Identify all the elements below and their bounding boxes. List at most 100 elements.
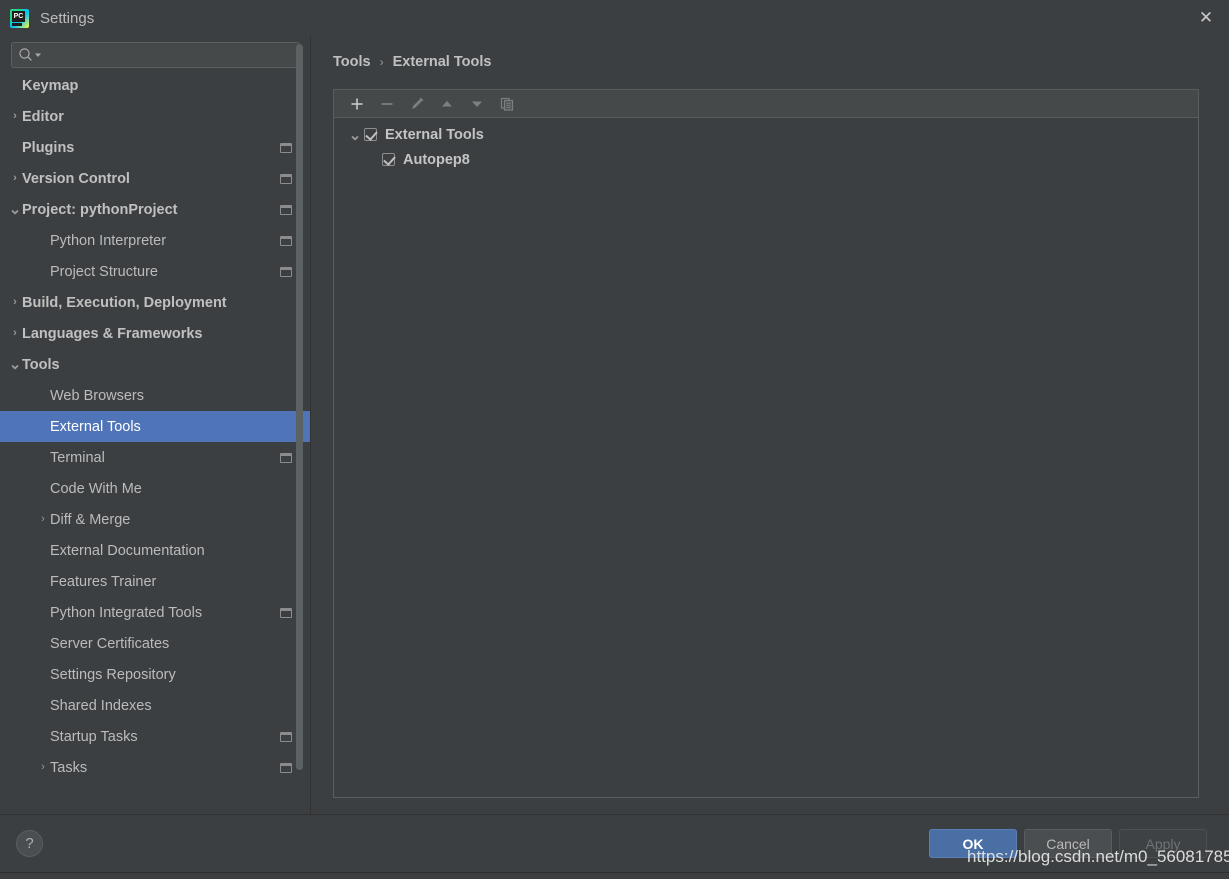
external-tools-tree-row[interactable]: ⌄ External Tools — [334, 122, 1198, 147]
chevron-right-icon[interactable]: › — [36, 514, 50, 525]
breadcrumb: Tools › External Tools — [333, 50, 1199, 74]
edit-button — [402, 91, 432, 117]
sidebar-item-shared-indexes[interactable]: Shared Indexes — [0, 690, 310, 721]
arrow-up-icon — [442, 100, 452, 106]
external-tools-toolbar — [334, 90, 1198, 118]
ok-button[interactable]: OK — [929, 829, 1017, 858]
project-scope-icon — [280, 607, 292, 618]
sidebar-item-external-documentation[interactable]: External Documentation — [0, 535, 310, 566]
external-tools-tree-label: External Tools — [385, 126, 484, 143]
external-tools-tree: ⌄ External Tools Autopep8 — [334, 118, 1198, 797]
sidebar-item-web-browsers[interactable]: Web Browsers — [0, 380, 310, 411]
sidebar-item-project-structure[interactable]: Project Structure — [0, 256, 310, 287]
sidebar-item-label: Diff & Merge — [50, 511, 131, 528]
close-icon[interactable]: ✕ — [1183, 0, 1229, 36]
dialog-body: Keymap › Editor Plugins › Version Control ⌄ Pro… — [0, 36, 1229, 814]
apply-button: Apply — [1119, 829, 1207, 858]
cancel-button[interactable]: Cancel — [1024, 829, 1112, 858]
sidebar-item-label: Web Browsers — [50, 387, 145, 404]
chevron-right-icon[interactable]: › — [8, 328, 22, 339]
sidebar-item-label: External Tools — [50, 418, 141, 435]
external-tools-tree-row[interactable]: Autopep8 — [334, 147, 1198, 172]
sidebar-item-label: Startup Tasks — [50, 728, 138, 745]
sidebar-item-languages-frameworks[interactable]: › Languages & Frameworks — [0, 318, 310, 349]
sidebar-item-code-with-me[interactable]: Code With Me — [0, 473, 310, 504]
sidebar-item-label: Project: pythonProject — [22, 201, 178, 218]
copy-icon — [500, 97, 514, 111]
question-mark-icon[interactable]: ? — [16, 830, 43, 857]
external-tools-tree-label: Autopep8 — [403, 151, 470, 168]
remove-button — [372, 91, 402, 117]
checkbox-icon[interactable] — [382, 153, 395, 166]
sidebar-item-label: Version Control — [22, 170, 130, 187]
sidebar-item-startup-tasks[interactable]: Startup Tasks — [0, 721, 310, 752]
sidebar-item-version-control[interactable]: › Version Control — [0, 163, 310, 194]
project-scope-icon — [280, 266, 292, 277]
sidebar-item-label: Terminal — [50, 449, 105, 466]
sidebar-item-label: Settings Repository — [50, 666, 176, 683]
sidebar-item-python-interpreter[interactable]: Python Interpreter — [0, 225, 310, 256]
chevron-down-icon[interactable]: ⌄ — [8, 357, 22, 372]
move-up-button — [432, 91, 462, 117]
dialog-footer: ? OK Cancel Apply — [0, 814, 1229, 872]
move-down-button — [462, 91, 492, 117]
sidebar-item-label: External Documentation — [50, 542, 205, 559]
sidebar-item-label: Languages & Frameworks — [22, 325, 203, 342]
window-title: Settings — [40, 9, 95, 27]
project-scope-icon — [280, 204, 292, 215]
project-scope-icon — [280, 173, 292, 184]
chevron-down-icon[interactable]: ⌄ — [346, 126, 364, 144]
sidebar-item-label: Shared Indexes — [50, 697, 152, 714]
sidebar-tree-scroll: Keymap › Editor Plugins › Version Control ⌄ Pro… — [0, 76, 310, 814]
chevron-right-icon[interactable]: › — [8, 111, 22, 122]
sidebar-item-keymap[interactable]: Keymap — [0, 76, 310, 101]
breadcrumb-parent[interactable]: Tools — [333, 54, 371, 70]
sidebar-item-build-execution-deployment[interactable]: › Build, Execution, Deployment — [0, 287, 310, 318]
sidebar-item-label: Server Certificates — [50, 635, 170, 652]
sidebar-item-label: Code With Me — [50, 480, 142, 497]
search-box[interactable] — [11, 42, 300, 68]
copy-button — [492, 91, 522, 117]
settings-sidebar: Keymap › Editor Plugins › Version Control ⌄ Pro… — [0, 36, 310, 814]
sidebar-item-features-trainer[interactable]: Features Trainer — [0, 566, 310, 597]
sidebar-item-server-certificates[interactable]: Server Certificates — [0, 628, 310, 659]
sidebar-item-plugins[interactable]: Plugins — [0, 132, 310, 163]
sidebar-item-label: Python Interpreter — [50, 232, 167, 249]
sidebar-item-label: Python Integrated Tools — [50, 604, 203, 621]
project-scope-icon — [280, 235, 292, 246]
sidebar-scrollbar[interactable] — [296, 44, 303, 810]
chevron-right-icon[interactable]: › — [8, 173, 22, 184]
plus-icon — [351, 98, 363, 109]
sidebar-item-external-tools[interactable]: External Tools — [0, 411, 310, 442]
sidebar-item-tasks[interactable]: › Tasks — [0, 752, 310, 783]
scrollbar-thumb[interactable] — [296, 44, 303, 770]
add-button[interactable] — [342, 91, 372, 117]
checkbox-icon[interactable] — [364, 128, 377, 141]
sidebar-item-label: Editor — [22, 108, 64, 125]
sidebar-item-label: Keymap — [22, 77, 79, 94]
sidebar-item-label: Tasks — [50, 759, 88, 776]
project-scope-icon — [280, 762, 292, 773]
sidebar-item-label: Project Structure — [50, 263, 158, 280]
sidebar-item-settings-repository[interactable]: Settings Repository — [0, 659, 310, 690]
search-container — [0, 36, 310, 76]
search-input[interactable] — [46, 47, 293, 63]
background-window-sliver — [0, 872, 1229, 879]
pycharm-logo — [10, 8, 29, 28]
sidebar-item-diff-merge[interactable]: › Diff & Merge — [0, 504, 310, 535]
sidebar-item-tools[interactable]: ⌄ Tools — [0, 349, 310, 380]
sidebar-item-editor[interactable]: › Editor — [0, 101, 310, 132]
sidebar-tree: Keymap › Editor Plugins › Version Control ⌄ Pro… — [0, 76, 310, 783]
breadcrumb-current: External Tools — [392, 54, 492, 70]
sidebar-item-terminal[interactable]: Terminal — [0, 442, 310, 473]
sidebar-item-project-pythonproject[interactable]: ⌄ Project: pythonProject — [0, 194, 310, 225]
chevron-right-icon[interactable]: › — [36, 762, 50, 773]
chevron-down-icon[interactable] — [34, 51, 42, 59]
sidebar-item-label: Tools — [22, 356, 60, 373]
settings-dialog: Settings ✕ — [0, 0, 1229, 872]
sidebar-item-python-integrated-tools[interactable]: Python Integrated Tools — [0, 597, 310, 628]
chevron-down-icon[interactable]: ⌄ — [8, 202, 22, 217]
minus-icon — [381, 102, 393, 105]
pencil-icon — [412, 97, 424, 109]
chevron-right-icon[interactable]: › — [8, 297, 22, 308]
